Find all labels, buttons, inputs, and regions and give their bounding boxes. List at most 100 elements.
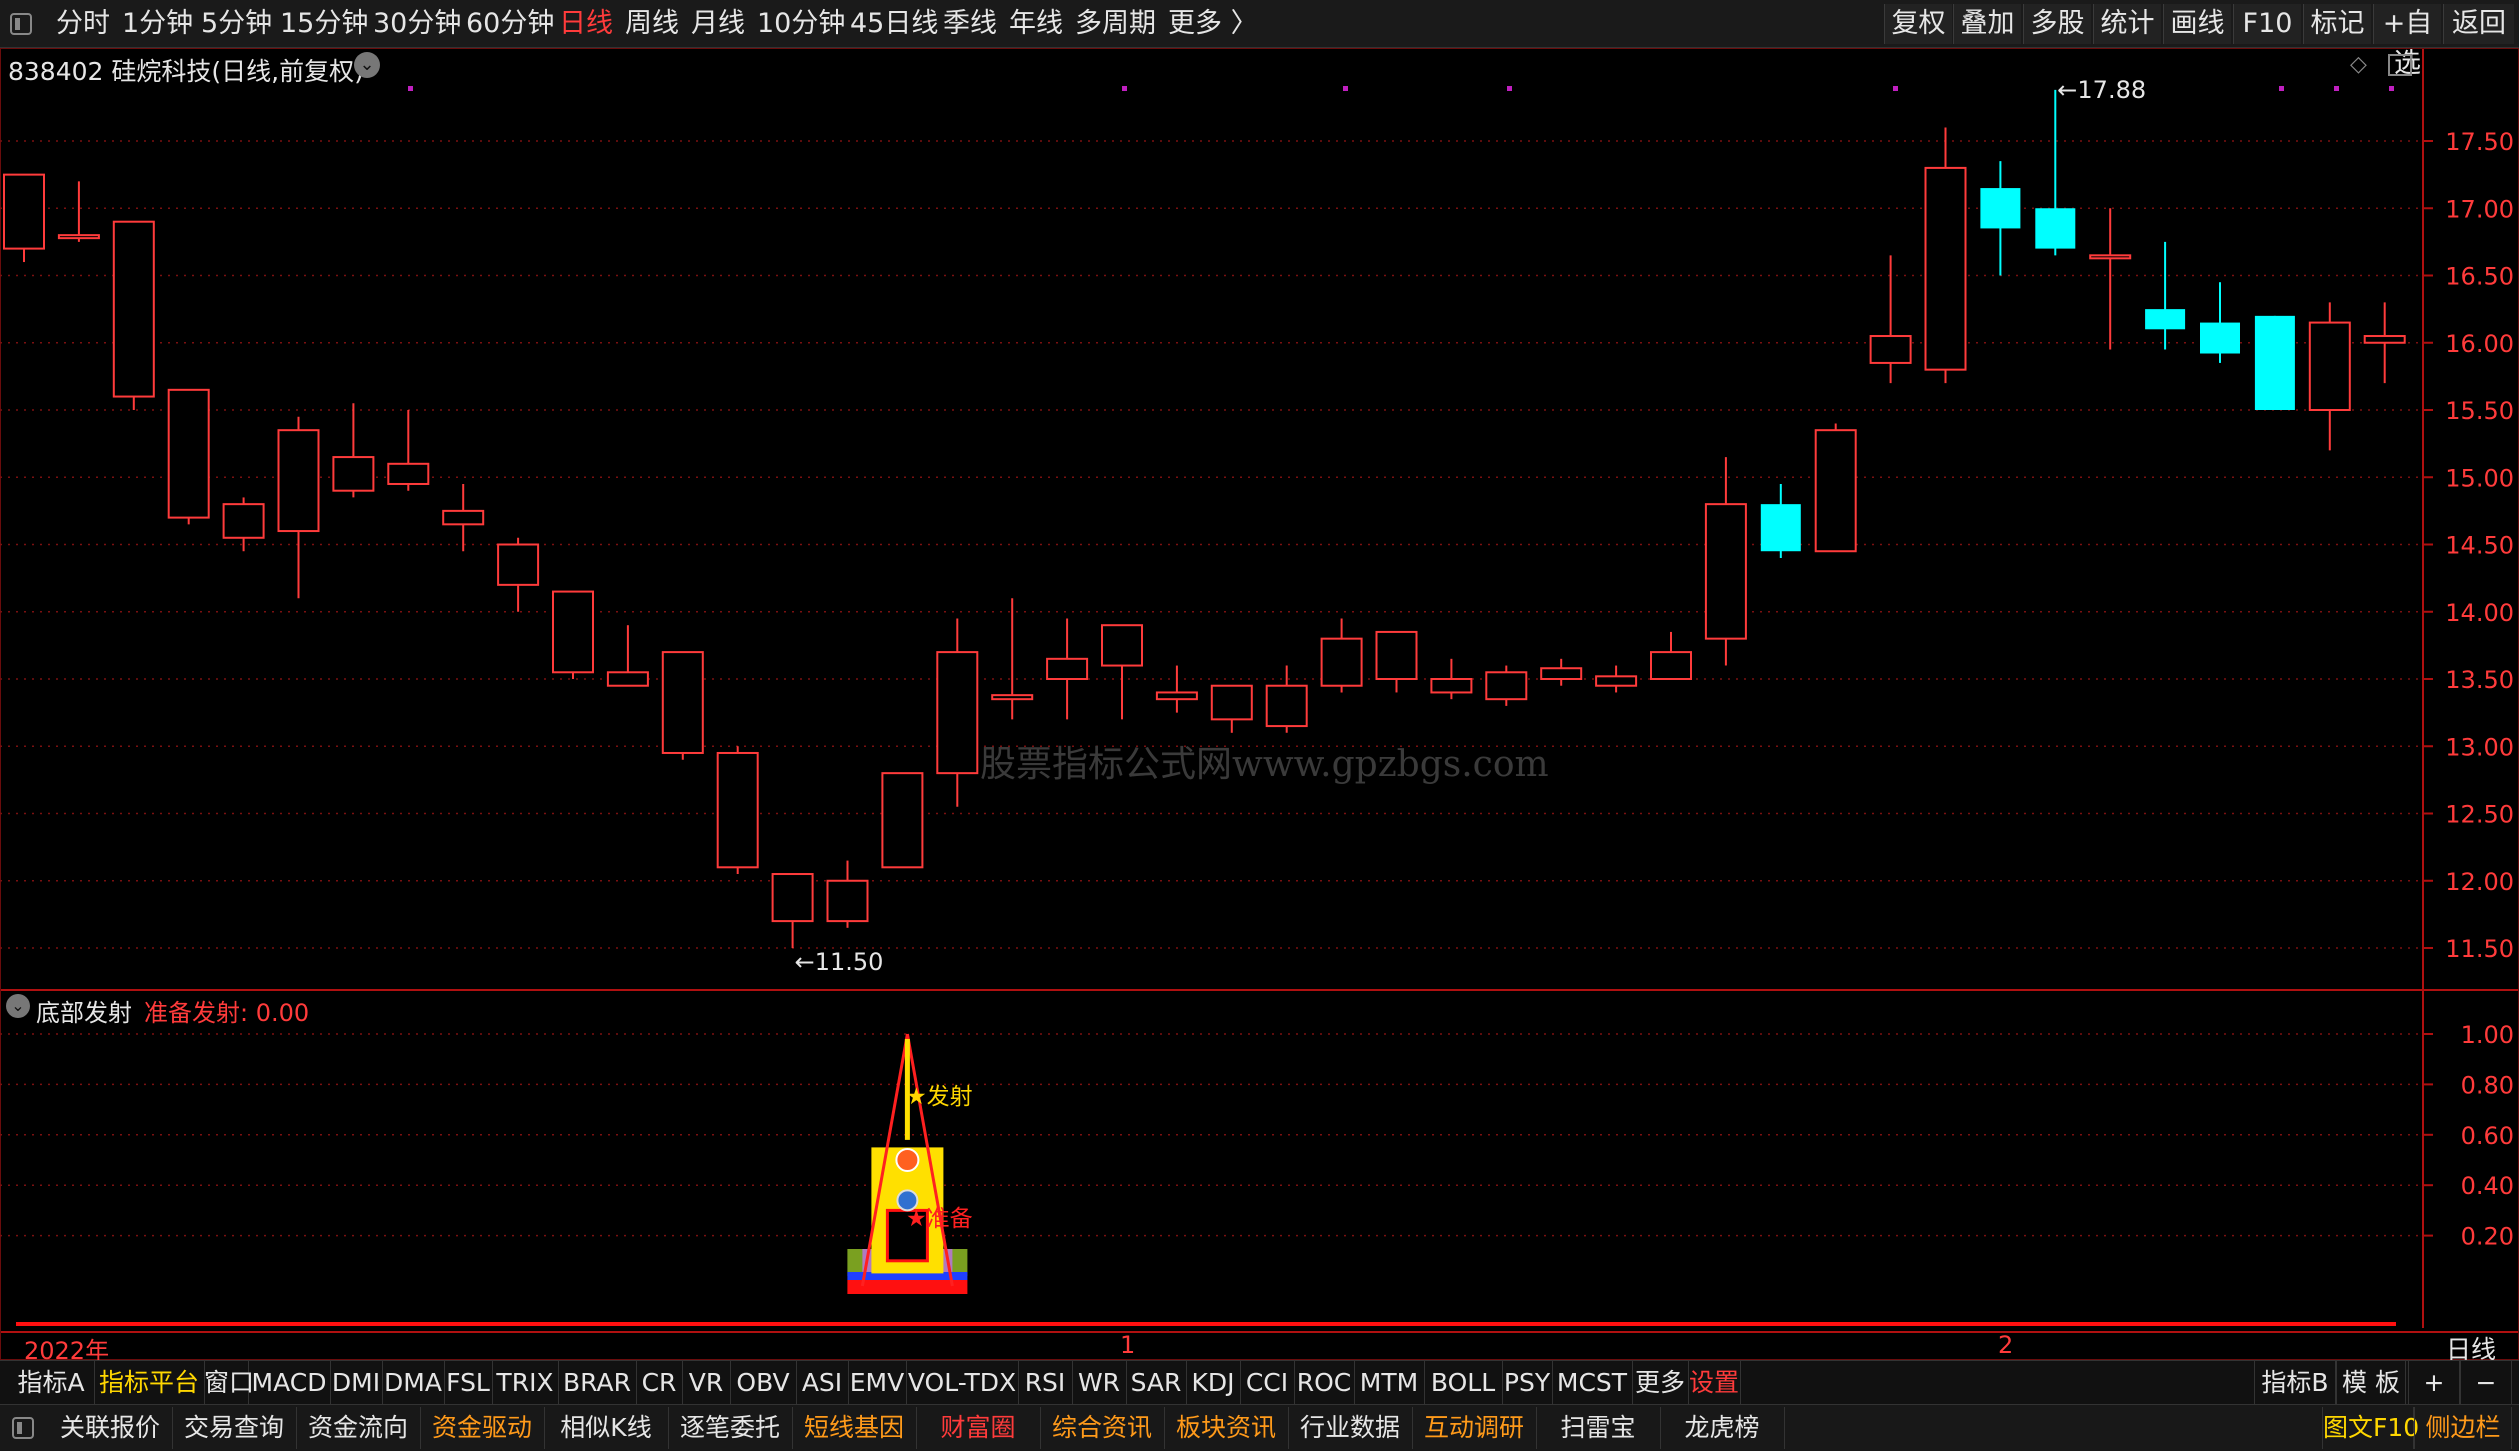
period-tab[interactable]: 年线 (1009, 0, 1063, 48)
function-button[interactable]: 资金流向 (296, 1407, 421, 1449)
indicator-tab[interactable]: ROC (1294, 1361, 1355, 1405)
period-tab[interactable]: 更多 〉 (1168, 0, 1258, 48)
price-tick-label: 15.50 (2445, 397, 2514, 425)
month-label: 1 (1120, 1331, 1136, 1359)
indicator-tab[interactable]: WR (1072, 1361, 1127, 1405)
price-tick-label: 16.00 (2445, 330, 2514, 358)
function-button[interactable]: 综合资讯 (1040, 1407, 1165, 1449)
diamond-icon[interactable]: ◇ (2350, 52, 2367, 77)
function-button[interactable]: 逐笔委托 (668, 1407, 793, 1449)
function-button[interactable]: 互动调研 (1412, 1407, 1537, 1449)
period-tab[interactable]: 15分钟 (280, 0, 368, 48)
event-marker (2389, 86, 2394, 91)
toolbar-button[interactable]: 画线 (2163, 4, 2231, 44)
price-tick-label: 17.50 (2445, 128, 2514, 156)
function-button[interactable]: 短线基因 (792, 1407, 917, 1449)
candle-body-up (881, 772, 924, 869)
indicator-tab[interactable]: DMI (330, 1361, 383, 1405)
indicator-collapse-icon[interactable]: ⌄ (6, 994, 30, 1018)
function-button[interactable]: 关联报价 (48, 1407, 173, 1449)
panel-toggle-icon[interactable] (2388, 54, 2412, 76)
indicator-tab[interactable]: 窗口 (204, 1361, 254, 1405)
indicator-tick-label: 1.00 (2461, 1021, 2514, 1049)
indicator-tab-right[interactable]: 指标B (2254, 1361, 2336, 1405)
kline-chart[interactable]: 17.50 17.00 16.50 16.00 15.50 15.00 14.50 14.00… (0, 48, 2519, 1360)
indicator-tab[interactable]: SAR (1126, 1361, 1187, 1405)
indicator-tab[interactable]: MACD (248, 1361, 331, 1405)
chart-frame (0, 48, 2519, 1360)
period-tab[interactable]: 分时 (56, 0, 110, 48)
function-button[interactable]: 龙虎榜 (1660, 1407, 1785, 1449)
function-button[interactable]: 板块资讯 (1164, 1407, 1289, 1449)
indicator-tab[interactable]: OBV (730, 1361, 797, 1405)
price-tick-label: 12.50 (2445, 801, 2514, 829)
period-tab[interactable]: 月线 (691, 0, 745, 48)
function-button[interactable]: 行业数据 (1288, 1407, 1413, 1449)
chevron-down-icon[interactable]: ⌄ (354, 52, 380, 78)
period-tab[interactable]: 30分钟 (373, 0, 461, 48)
indicator-tab[interactable]: VR (682, 1361, 731, 1405)
toolbar-button[interactable]: +自选 (2373, 4, 2441, 79)
function-button-right[interactable]: 图文F10 (2322, 1407, 2419, 1449)
indicator-tab[interactable]: 设置 (1688, 1361, 1741, 1405)
period-tab[interactable]: 周线 (625, 0, 679, 48)
stock-title: 838402 硅烷科技(日线,前复权) (8, 57, 364, 86)
toolbar-button[interactable]: 复权 (1884, 4, 1952, 44)
function-button[interactable]: 财富圈 (916, 1407, 1041, 1449)
indicator-tab[interactable]: 指标平台 (94, 1361, 205, 1405)
period-tab[interactable]: 5分钟 (201, 0, 272, 48)
period-tab[interactable]: 多周期 (1075, 0, 1156, 48)
period-tab[interactable]: 10分钟 (757, 0, 845, 48)
function-button[interactable]: 资金驱动 (420, 1407, 545, 1449)
period-tab[interactable]: 45日线 (850, 0, 938, 48)
candle-body-up (1375, 630, 1418, 680)
emblem-icon (895, 1148, 920, 1172)
indicator-tab[interactable]: TRIX (492, 1361, 559, 1405)
indicator-tab[interactable]: 更多 (1632, 1361, 1689, 1405)
event-marker (1122, 86, 1127, 91)
toolbar-button[interactable]: 统计 (2093, 4, 2161, 44)
indicator-tab-right[interactable]: 模 板 (2336, 1361, 2406, 1405)
candle-body-down (2200, 322, 2240, 354)
candle-body-up (661, 651, 704, 754)
indicator-tab[interactable]: ASI (796, 1361, 849, 1405)
toolbar-button[interactable]: 多股 (2023, 4, 2091, 44)
indicator-tab[interactable]: DMA (382, 1361, 445, 1405)
indicator-tab[interactable]: PSY (1502, 1361, 1553, 1405)
indicator-tab[interactable]: RSI (1018, 1361, 1073, 1405)
price-tick-label: 14.00 (2445, 599, 2514, 627)
indicator-tab[interactable]: MCST (1552, 1361, 1633, 1405)
function-button[interactable]: 交易查询 (172, 1407, 297, 1449)
indicator-tab[interactable]: MTM (1354, 1361, 1425, 1405)
toolbar-button[interactable]: F10 (2233, 4, 2301, 44)
period-tab[interactable]: 日线 (559, 0, 613, 48)
price-tick-label: 13.00 (2445, 733, 2514, 761)
period-tab[interactable]: 1分钟 (122, 0, 193, 48)
indicator-tab-right[interactable]: + (2408, 1361, 2460, 1405)
function-button[interactable]: 相似K线 (544, 1407, 669, 1449)
candle-body-up (1540, 667, 1583, 680)
toolbar-button[interactable]: 标记 (2303, 4, 2371, 44)
indicator-tab[interactable]: BOLL (1424, 1361, 1503, 1405)
function-button[interactable]: 扫雷宝 (1536, 1407, 1661, 1449)
indicator-tab[interactable]: EMV (848, 1361, 907, 1405)
indicator-tab[interactable]: CCI (1240, 1361, 1295, 1405)
period-tab[interactable]: 60分钟 (466, 0, 554, 48)
candle-body-up (1155, 691, 1198, 701)
indicator-tab[interactable]: BRAR (558, 1361, 637, 1405)
candle-body-up (222, 503, 265, 539)
indicator-name[interactable]: 底部发射 (36, 993, 132, 1028)
function-button-right[interactable]: 侧边栏 (2414, 1407, 2512, 1449)
indicator-tab-right[interactable]: − (2460, 1361, 2512, 1405)
indicator-tab[interactable]: FSL (444, 1361, 493, 1405)
period-tab[interactable]: 季线 (943, 0, 997, 48)
indicator-tab[interactable]: CR (636, 1361, 683, 1405)
indicator-tab[interactable]: VOL-TDX (906, 1361, 1019, 1405)
indicator-tab[interactable]: 指标A (8, 1361, 95, 1405)
indicator-tab[interactable]: KDJ (1186, 1361, 1241, 1405)
sidebar-toggle-icon[interactable] (12, 1417, 34, 1439)
candle-body-up (771, 873, 814, 923)
toolbar-button[interactable]: 叠加 (1953, 4, 2021, 44)
menu-icon[interactable] (10, 13, 32, 35)
toolbar-button[interactable]: 返回 (2443, 4, 2514, 44)
